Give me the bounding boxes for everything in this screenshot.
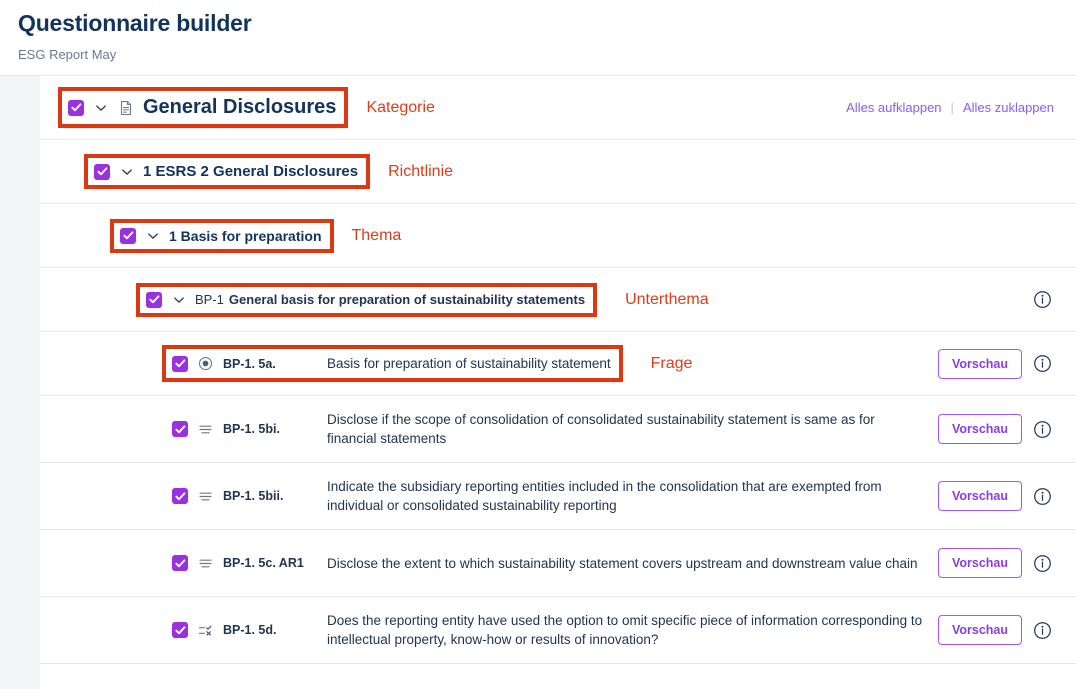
tree-row-question[interactable]: BP-1. 5d. Does the reporting entity have…: [40, 597, 1076, 664]
checkbox-directive[interactable]: [94, 163, 110, 180]
category-label: General Disclosures: [143, 96, 337, 118]
question-row-right: Vorschau: [937, 548, 1076, 578]
tree-row-question[interactable]: BP-1. 5c. AR1 Disclose the extent to whi…: [40, 530, 1076, 597]
question-code: BP-1. 5a.: [223, 356, 276, 371]
question-row-main: BP-1. 5bi. Disclose if the scope of cons…: [40, 405, 938, 453]
tree-row-question[interactable]: BP-1. 5bi. Disclose if the scope of cons…: [40, 396, 1076, 463]
annotation-frage: Frage: [650, 354, 693, 372]
preview-button[interactable]: Vorschau: [937, 481, 1022, 511]
question-highlight-box[interactable]: BP-1. 5a. Basis for preparation of susta…: [162, 345, 623, 382]
checkbox-question[interactable]: [172, 355, 188, 372]
question-row-main: BP-1. 5bii. Indicate the subsidiary repo…: [40, 472, 938, 520]
category-row-main: General Disclosures Kategorie: [40, 87, 846, 128]
chevron-down-icon[interactable]: [145, 228, 161, 244]
checkbox-category[interactable]: [68, 99, 84, 116]
directive-label: 1 ESRS 2 General Disclosures: [143, 163, 359, 180]
tree-row-topic[interactable]: 1 Basis for preparation Thema: [40, 204, 1076, 268]
question-text: Does the reporting entity have used the …: [327, 613, 923, 647]
tree-row-subtopic[interactable]: BP-1 General basis for preparation of su…: [40, 268, 1076, 332]
subtopic-highlight-box[interactable]: BP-1 General basis for preparation of su…: [135, 282, 598, 317]
question-row-right: Vorschau: [937, 481, 1076, 511]
info-icon[interactable]: [1032, 419, 1052, 439]
checkbox-question[interactable]: [172, 488, 188, 504]
question-code: BP-1. 5c. AR1: [223, 556, 304, 570]
question-row-main: BP-1. 5d. Does the reporting entity have…: [40, 606, 938, 654]
checkbox-subtopic[interactable]: [146, 291, 162, 308]
text-lines-icon: [197, 421, 214, 438]
question-row-right: Vorschau: [937, 414, 1076, 444]
chevron-down-icon[interactable]: [171, 292, 187, 308]
document-icon: [117, 99, 134, 116]
page-title: Questionnaire builder: [18, 10, 252, 36]
info-icon[interactable]: [1032, 553, 1052, 573]
info-icon[interactable]: [1032, 486, 1052, 506]
tree-row-question[interactable]: BP-1. 5a. Basis for preparation of susta…: [40, 332, 1076, 396]
question-text: Disclose the extent to which sustainabil…: [327, 555, 918, 571]
topic-row-main: 1 Basis for preparation Thema: [40, 218, 1076, 253]
question-text: Basis for preparation of sustainability …: [327, 356, 611, 371]
subtopic-label: General basis for preparation of sustain…: [228, 292, 586, 307]
question-code: BP-1. 5bii.: [223, 489, 284, 503]
question-content[interactable]: BP-1. 5d. Does the reporting entity have…: [166, 606, 938, 654]
checkbox-topic[interactable]: [120, 227, 136, 244]
question-text: Disclose if the scope of consolidation o…: [327, 412, 875, 446]
chevron-down-icon[interactable]: [119, 164, 135, 180]
preview-button[interactable]: Vorschau: [937, 348, 1022, 379]
question-row-right: Vorschau: [937, 615, 1076, 645]
subtopic-row-main: BP-1 General basis for preparation of su…: [40, 282, 1032, 317]
text-lines-icon: [197, 488, 214, 505]
question-content[interactable]: BP-1. 5c. AR1 Disclose the extent to whi…: [166, 549, 926, 578]
checkbox-question[interactable]: [172, 555, 188, 571]
choice-list-icon: [197, 622, 214, 639]
tree-row-directive[interactable]: 1 ESRS 2 General Disclosures Richtlinie: [40, 140, 1076, 204]
annotation-richtlinie: Richtlinie: [388, 162, 454, 180]
subtopic-row-right: [1032, 290, 1076, 310]
category-highlight-box[interactable]: General Disclosures: [57, 87, 349, 128]
expand-collapse-links: Alles aufklappen | Alles zuklappen: [846, 100, 1076, 115]
links-divider: |: [950, 100, 954, 115]
tree-row-question[interactable]: BP-1. 5bii. Indicate the subsidiary repo…: [40, 463, 1076, 530]
info-icon[interactable]: [1032, 620, 1052, 640]
page-subtitle: ESG Report May: [18, 47, 117, 62]
chevron-down-icon[interactable]: [93, 100, 109, 116]
page-header: Questionnaire builder ESG Report May: [0, 0, 1076, 76]
tree-row-category[interactable]: General Disclosures Kategorie Alles aufk…: [40, 76, 1076, 140]
annotation-unterthema: Unterthema: [625, 290, 709, 308]
expand-all-link[interactable]: Alles aufklappen: [846, 100, 941, 115]
preview-button[interactable]: Vorschau: [937, 548, 1022, 578]
info-icon[interactable]: [1032, 354, 1052, 374]
topic-highlight-box[interactable]: 1 Basis for preparation: [110, 218, 334, 253]
question-content[interactable]: BP-1. 5bi. Disclose if the scope of cons…: [166, 405, 935, 453]
topic-label: 1 Basis for preparation: [169, 227, 322, 244]
checkbox-question[interactable]: [172, 421, 188, 437]
question-row-main: BP-1. 5a. Basis for preparation of susta…: [40, 345, 938, 382]
collapse-all-link[interactable]: Alles zuklappen: [963, 100, 1054, 115]
radio-button-icon: [197, 355, 214, 372]
directive-highlight-box[interactable]: 1 ESRS 2 General Disclosures: [83, 154, 371, 189]
preview-button[interactable]: Vorschau: [937, 414, 1022, 444]
questionnaire-tree-card: General Disclosures Kategorie Alles aufk…: [40, 76, 1076, 689]
question-code: BP-1. 5bi.: [223, 422, 280, 436]
info-icon[interactable]: [1032, 290, 1052, 310]
preview-button[interactable]: Vorschau: [937, 615, 1022, 645]
question-code: BP-1. 5d.: [223, 623, 277, 637]
question-text: Indicate the subsidiary reporting entiti…: [327, 479, 882, 513]
text-lines-icon: [197, 555, 214, 572]
checkbox-question[interactable]: [172, 622, 188, 638]
subtopic-code: BP-1: [195, 292, 224, 307]
question-content[interactable]: BP-1. 5bii. Indicate the subsidiary repo…: [166, 472, 935, 520]
question-row-right: Vorschau: [937, 348, 1076, 379]
directive-row-main: 1 ESRS 2 General Disclosures Richtlinie: [40, 154, 1076, 189]
annotation-kategorie: Kategorie: [366, 98, 435, 116]
question-row-main: BP-1. 5c. AR1 Disclose the extent to whi…: [40, 549, 938, 578]
annotation-thema: Thema: [351, 226, 402, 244]
